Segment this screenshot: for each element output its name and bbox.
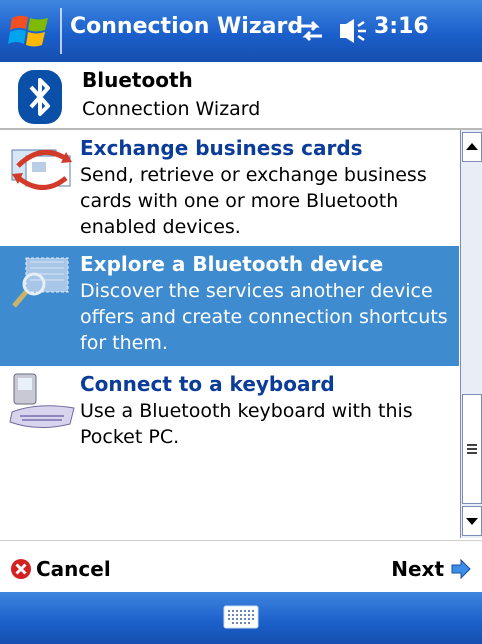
volume-icon[interactable] bbox=[334, 16, 368, 46]
grip-icon bbox=[467, 444, 477, 454]
arrow-right-icon bbox=[451, 558, 471, 580]
item-description: Discover the services another device off… bbox=[80, 280, 448, 354]
title-bar: Connection Wizard 3:16 bbox=[0, 0, 482, 62]
list-item-explore-bluetooth-device[interactable]: Explore a Bluetooth device Discover the … bbox=[0, 246, 459, 366]
next-label: Next bbox=[391, 557, 444, 581]
command-bar: Cancel Next bbox=[0, 540, 482, 593]
header-title: Bluetooth bbox=[82, 68, 193, 92]
explore-device-icon bbox=[12, 257, 69, 308]
windows-start-icon[interactable] bbox=[8, 10, 52, 52]
cancel-icon bbox=[11, 559, 31, 579]
item-description: Send, retrieve or exchange business card… bbox=[80, 164, 427, 238]
item-title: Explore a Bluetooth device bbox=[80, 252, 384, 276]
cancel-button[interactable]: Cancel bbox=[10, 555, 111, 583]
cancel-label: Cancel bbox=[36, 557, 111, 581]
scroll-down-button[interactable] bbox=[462, 506, 482, 536]
wizard-options-list: Exchange business cards Send, retrieve o… bbox=[0, 130, 459, 538]
item-title: Connect to a keyboard bbox=[80, 372, 335, 396]
vertical-scrollbar[interactable] bbox=[460, 130, 482, 538]
arrow-down-icon bbox=[466, 518, 478, 525]
bluetooth-icon bbox=[18, 70, 62, 124]
next-button[interactable]: Next bbox=[391, 555, 472, 583]
list-item-connect-keyboard[interactable]: Connect to a keyboard Use a Bluetooth ke… bbox=[0, 366, 459, 482]
input-panel-bar bbox=[0, 592, 482, 644]
item-description: Use a Bluetooth keyboard with this Pocke… bbox=[80, 400, 413, 448]
keyboard-icon bbox=[9, 373, 75, 428]
title-separator bbox=[60, 8, 62, 54]
header-subtitle: Connection Wizard bbox=[82, 98, 261, 120]
arrow-up-icon bbox=[466, 143, 478, 150]
connectivity-icon[interactable] bbox=[296, 16, 326, 46]
wizard-header: Bluetooth Connection Wizard bbox=[0, 62, 482, 130]
window-title: Connection Wizard bbox=[70, 14, 304, 39]
item-title: Exchange business cards bbox=[80, 136, 363, 160]
keyboard-input-icon[interactable] bbox=[223, 603, 259, 631]
scroll-up-button[interactable] bbox=[462, 132, 482, 162]
scroll-thumb[interactable] bbox=[462, 394, 482, 504]
clock[interactable]: 3:16 bbox=[374, 14, 429, 39]
list-item-exchange-business-cards[interactable]: Exchange business cards Send, retrieve o… bbox=[0, 130, 459, 246]
business-cards-icon bbox=[11, 149, 72, 190]
